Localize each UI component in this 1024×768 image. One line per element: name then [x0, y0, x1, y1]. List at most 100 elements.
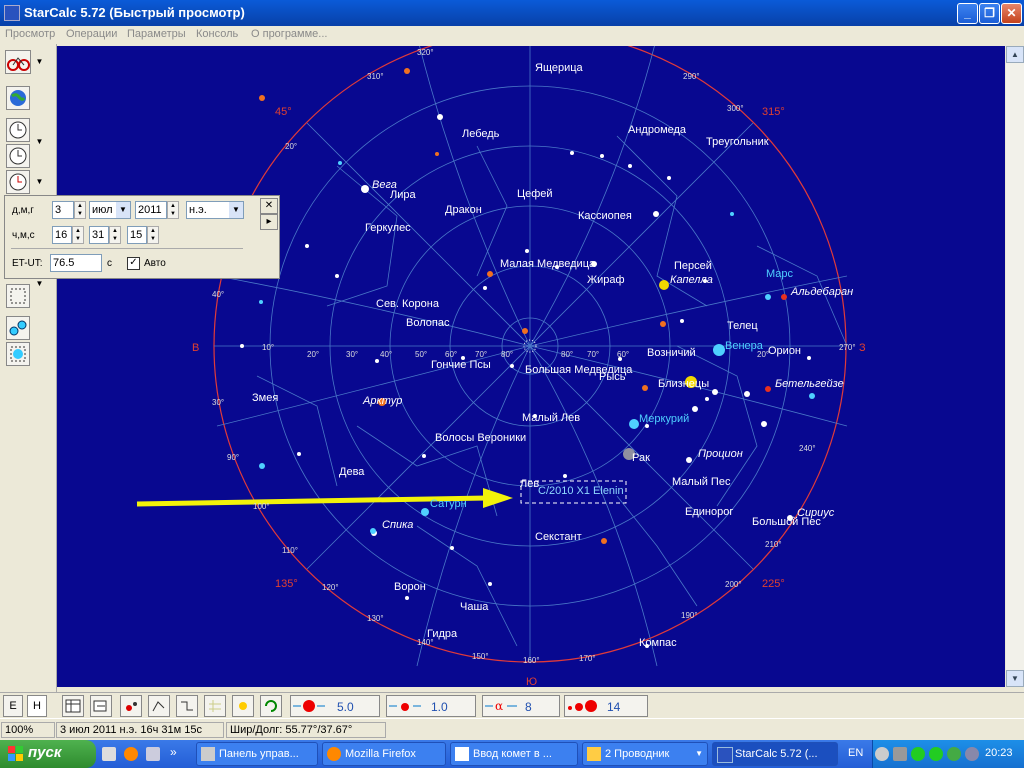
star-labels-icon[interactable]: [120, 695, 142, 717]
quicklaunch-desktop-icon[interactable]: [102, 747, 116, 761]
scale-tick: 200°: [725, 580, 742, 589]
day-input[interactable]: 3: [52, 201, 74, 219]
object-select-icon[interactable]: [6, 342, 30, 366]
app-icon[interactable]: [4, 5, 20, 21]
scale-tick: 140°: [417, 638, 434, 647]
system-tray: 20:23: [872, 740, 1024, 768]
etut-input[interactable]: 76.5: [50, 254, 102, 272]
task-word[interactable]: Ввод комет в ...: [450, 742, 578, 766]
chevron-right-icon[interactable]: »: [170, 745, 177, 759]
azimuth-135: 135°: [275, 578, 298, 590]
clock[interactable]: 20:23: [985, 747, 1013, 759]
task-explorer[interactable]: 2 Проводник ▼: [582, 742, 708, 766]
second-input[interactable]: 15: [127, 226, 147, 244]
menu-operations[interactable]: Операции: [66, 28, 117, 40]
equatorial-button[interactable]: E: [3, 695, 23, 717]
globe-icon[interactable]: [6, 86, 30, 110]
tray-app-icon[interactable]: [929, 747, 943, 761]
quicklaunch-firefox-icon[interactable]: [124, 747, 138, 761]
constellation-label: Сев. Корона: [376, 298, 439, 310]
clock-forward-icon[interactable]: [6, 118, 30, 142]
auto-label: Авто: [144, 258, 166, 269]
constellation-label: Близнецы: [658, 378, 710, 390]
vertical-scrollbar[interactable]: ▲ ▼: [1006, 46, 1024, 687]
boundaries-icon[interactable]: [176, 695, 198, 717]
task-label: Панель управ...: [219, 748, 299, 760]
minimize-button[interactable]: _: [957, 3, 978, 24]
close-button[interactable]: ✕: [1001, 3, 1022, 24]
panel-play-button[interactable]: ▸: [260, 214, 278, 230]
second-spinner[interactable]: ▲ ▼: [147, 226, 159, 244]
time-label: ч,м,с: [12, 230, 35, 241]
chevron-down-icon[interactable]: ▼: [34, 170, 45, 194]
scale-tick: 80°: [561, 350, 574, 359]
quicklaunch-show-desktop-icon[interactable]: [146, 747, 160, 761]
star-label: Сириус: [797, 507, 835, 519]
scale-tick: 160°: [523, 656, 540, 665]
constellation-label: Малый Пес: [672, 476, 731, 488]
magnitude-limit-spinner[interactable]: 14: [564, 695, 648, 717]
layers-icon[interactable]: [90, 695, 112, 717]
clock-now-icon[interactable]: [6, 170, 30, 194]
task-starcalc[interactable]: StarCalc 5.72 (...: [712, 742, 838, 766]
menu-parameters[interactable]: Параметры: [127, 28, 186, 40]
constellation-label: Дракон: [445, 204, 482, 216]
hour-input[interactable]: 16: [52, 226, 72, 244]
link-icon[interactable]: [6, 316, 30, 340]
month-select[interactable]: июл ▼: [89, 201, 131, 219]
year-spinner[interactable]: ▲ ▼: [167, 201, 179, 219]
selection-rect-icon[interactable]: [6, 284, 30, 308]
start-button[interactable]: пуск: [0, 740, 96, 768]
panel-close-button[interactable]: ✕: [260, 198, 278, 214]
tray-app-icon[interactable]: [911, 747, 925, 761]
horizontal-button[interactable]: H: [27, 695, 47, 717]
label-magnitude-spinner[interactable]: α 8: [482, 695, 560, 717]
scale-tick: 10°: [262, 343, 275, 352]
task-label: 2 Проводник: [605, 748, 670, 760]
year-input[interactable]: 2011: [135, 201, 167, 219]
grid-icon[interactable]: [204, 695, 226, 717]
maximize-button[interactable]: ❐: [979, 3, 1000, 24]
clock-icon[interactable]: [6, 144, 30, 168]
bicycle-icon[interactable]: [5, 50, 31, 74]
network-icon[interactable]: [893, 747, 907, 761]
compass-east: В: [192, 342, 200, 354]
constellation-lines-icon[interactable]: [148, 695, 170, 717]
language-indicator[interactable]: EN: [848, 747, 863, 759]
volume-icon[interactable]: [965, 747, 979, 761]
menu-console[interactable]: Консоль: [196, 28, 238, 40]
scale-tick: 20°: [757, 350, 770, 359]
menu-view[interactable]: Просмотр: [5, 28, 55, 40]
scale-tick: 90°: [227, 453, 240, 462]
datetime-status: 3 июл 2011 н.э. 16ч 31м 15с: [56, 722, 224, 738]
era-select[interactable]: н.э. ▼: [186, 201, 244, 219]
task-firefox[interactable]: Mozilla Firefox: [322, 742, 446, 766]
menu-about[interactable]: О программе...: [251, 28, 327, 40]
table-icon[interactable]: [62, 695, 84, 717]
comet-label[interactable]: C/2010 X1 Elenin: [538, 485, 624, 497]
tray-app-icon[interactable]: [947, 747, 961, 761]
scroll-up-button[interactable]: ▲: [1006, 46, 1024, 63]
minute-spinner[interactable]: ▲ ▼: [109, 226, 121, 244]
star-contrast-spinner[interactable]: 1.0: [386, 695, 476, 717]
chevron-down-icon[interactable]: ▼: [34, 50, 45, 74]
compass-west: З: [859, 342, 866, 354]
scale-tick: 120°: [322, 583, 339, 592]
sky-map[interactable]: 45° 315° 135° 225° В З Ю Ящерица Андроме…: [57, 46, 1005, 687]
refresh-icon[interactable]: [260, 695, 282, 717]
starcalc-icon: [717, 747, 733, 763]
hour-spinner[interactable]: ▲ ▼: [72, 226, 84, 244]
minute-input[interactable]: 31: [89, 226, 109, 244]
constellation-label: Лира: [390, 189, 416, 201]
tray-expand-icon[interactable]: [875, 747, 889, 761]
scale-tick: 100°: [253, 502, 270, 511]
scroll-down-button[interactable]: ▼: [1006, 670, 1024, 687]
star-size-spinner[interactable]: 5.0: [290, 695, 380, 717]
task-control-panel[interactable]: Панель управ...: [196, 742, 318, 766]
day-spinner[interactable]: ▲ ▼: [74, 201, 86, 219]
chevron-down-icon[interactable]: ▼: [34, 130, 45, 154]
auto-checkbox[interactable]: ✓: [127, 257, 140, 270]
era-value: н.э.: [189, 204, 207, 216]
planets-icon[interactable]: [232, 695, 254, 717]
star-size-icon: [293, 700, 325, 712]
